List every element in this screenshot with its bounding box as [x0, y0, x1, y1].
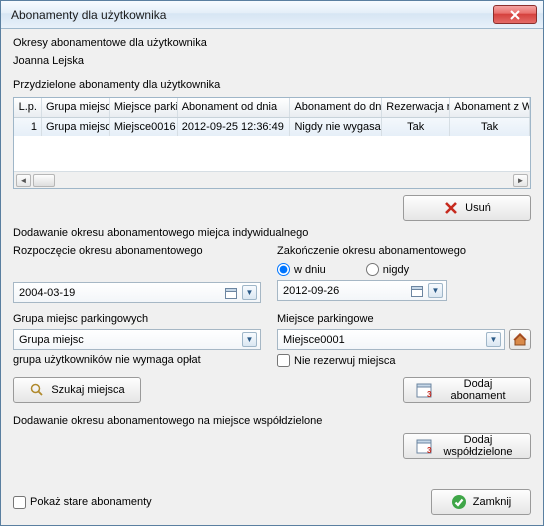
radio-on-day-input[interactable] — [277, 263, 290, 276]
no-fee-note: grupa użytkowników nie wymaga opłat — [13, 354, 261, 366]
end-label: Zakończenie okresu abonamentowego — [277, 245, 531, 257]
radio-never-input[interactable] — [366, 263, 379, 276]
radio-on-day[interactable]: w dniu — [277, 263, 326, 276]
delete-button[interactable]: Usuń — [403, 195, 531, 221]
cell-rezerwacja: Tak — [382, 118, 450, 136]
calendar-add-icon: 30 — [416, 382, 432, 398]
col-lp[interactable]: L.p. — [14, 98, 42, 117]
add-subscription-button[interactable]: 30 Dodaj abonament — [403, 377, 531, 403]
titlebar: Abonamenty dla użytkownika — [1, 1, 543, 29]
svg-text:30: 30 — [427, 390, 432, 398]
cell-abon-z: Tak — [450, 118, 530, 136]
check-icon — [451, 494, 467, 510]
no-reserve-checkbox[interactable] — [277, 354, 290, 367]
start-date-field[interactable]: 2004-03-19 ▼ — [13, 282, 261, 303]
calendar-icon — [410, 284, 424, 298]
group-combo[interactable]: Grupa miejsc ▼ — [13, 329, 261, 350]
search-place-button[interactable]: Szukaj miejsca — [13, 377, 141, 403]
scroll-right-button[interactable]: ► — [513, 174, 528, 187]
end-date-field[interactable]: 2012-09-26 ▼ — [277, 280, 447, 301]
house-icon — [513, 333, 527, 347]
col-rezerwacja[interactable]: Rezerwacja r — [382, 98, 450, 117]
cell-grupa: Grupa miejsc — [42, 118, 110, 136]
place-combo[interactable]: Miejsce0001 ▼ — [277, 329, 505, 350]
chevron-down-icon: ▼ — [242, 332, 257, 347]
calendar-add-icon: 30 — [416, 438, 432, 454]
show-old-row[interactable]: Pokaż stare abonamenty — [13, 496, 152, 509]
assigned-title: Przydzielone abonamenty dla użytkownika — [13, 79, 531, 91]
delete-label: Usuń — [465, 202, 491, 214]
calendar-icon — [224, 286, 238, 300]
add-shared-label: Dodaj współdzielone — [438, 434, 518, 458]
cell-abon-do: Nigdy nie wygasa — [290, 118, 382, 136]
chevron-down-icon: ▼ — [242, 285, 257, 300]
cell-lp: 1 — [14, 118, 42, 136]
no-reserve-label: Nie rezerwuj miejsca — [294, 355, 395, 367]
end-date-value: 2012-09-26 — [283, 285, 406, 297]
cell-miejsce: Miejsce0016 — [110, 118, 178, 136]
col-abon-od[interactable]: Abonament od dnia — [178, 98, 291, 117]
scroll-left-button[interactable]: ◄ — [16, 174, 31, 187]
cell-abon-od: 2012-09-25 12:36:49 — [178, 118, 291, 136]
col-abon-do[interactable]: Abonament do dn — [290, 98, 382, 117]
header-username: Joanna Lejska — [13, 55, 531, 67]
search-icon — [29, 382, 45, 398]
place-label: Miejsce parkingowe — [277, 313, 531, 325]
col-miejsce-parkingowe[interactable]: Miejsce parki — [110, 98, 178, 117]
close-icon — [509, 10, 521, 20]
window-title: Abonamenty dla użytkownika — [11, 8, 493, 22]
group-value: Grupa miejsc — [19, 334, 238, 346]
chevron-down-icon: ▼ — [486, 332, 501, 347]
search-place-label: Szukaj miejsca — [51, 384, 124, 396]
add-shared-title: Dodawanie okresu abonamentowego na miejs… — [13, 415, 531, 427]
no-reserve-check-row[interactable]: Nie rezerwuj miejsca — [277, 354, 531, 367]
add-shared-button[interactable]: 30 Dodaj współdzielone — [403, 433, 531, 459]
close-label: Zamknij — [473, 496, 512, 508]
start-label: Rozpoczęcie okresu abonamentowego — [13, 245, 261, 257]
col-grupa-miejsc[interactable]: Grupa miejsc — [42, 98, 110, 117]
radio-never[interactable]: nigdy — [366, 263, 409, 276]
grid-hscrollbar[interactable]: ◄ ► — [14, 171, 530, 188]
place-value: Miejsce0001 — [283, 334, 482, 346]
close-button[interactable]: Zamknij — [431, 489, 531, 515]
start-date-value: 2004-03-19 — [19, 287, 220, 299]
scroll-thumb[interactable] — [33, 174, 55, 187]
window-close-button[interactable] — [493, 5, 537, 24]
table-row[interactable]: 1 Grupa miejsc Miejsce0016 2012-09-25 12… — [14, 118, 530, 136]
grid-header: L.p. Grupa miejsc Miejsce parki Abonamen… — [14, 98, 530, 118]
add-subscription-label: Dodaj abonament — [438, 378, 518, 402]
header-line1: Okresy abonamentowe dla użytkownika — [13, 37, 531, 49]
group-label: Grupa miejsc parkingowych — [13, 313, 261, 325]
chevron-down-icon: ▼ — [428, 283, 443, 298]
show-old-label: Pokaż stare abonamenty — [30, 496, 152, 508]
svg-text:30: 30 — [427, 446, 432, 454]
add-individual-title: Dodawanie okresu abonamentowego miejca i… — [13, 227, 531, 239]
place-browse-button[interactable] — [509, 329, 531, 350]
assigned-grid: L.p. Grupa miejsc Miejsce parki Abonamen… — [13, 97, 531, 189]
col-abon-z[interactable]: Abonament z Wsp — [450, 98, 530, 117]
show-old-checkbox[interactable] — [13, 496, 26, 509]
delete-icon — [443, 200, 459, 216]
